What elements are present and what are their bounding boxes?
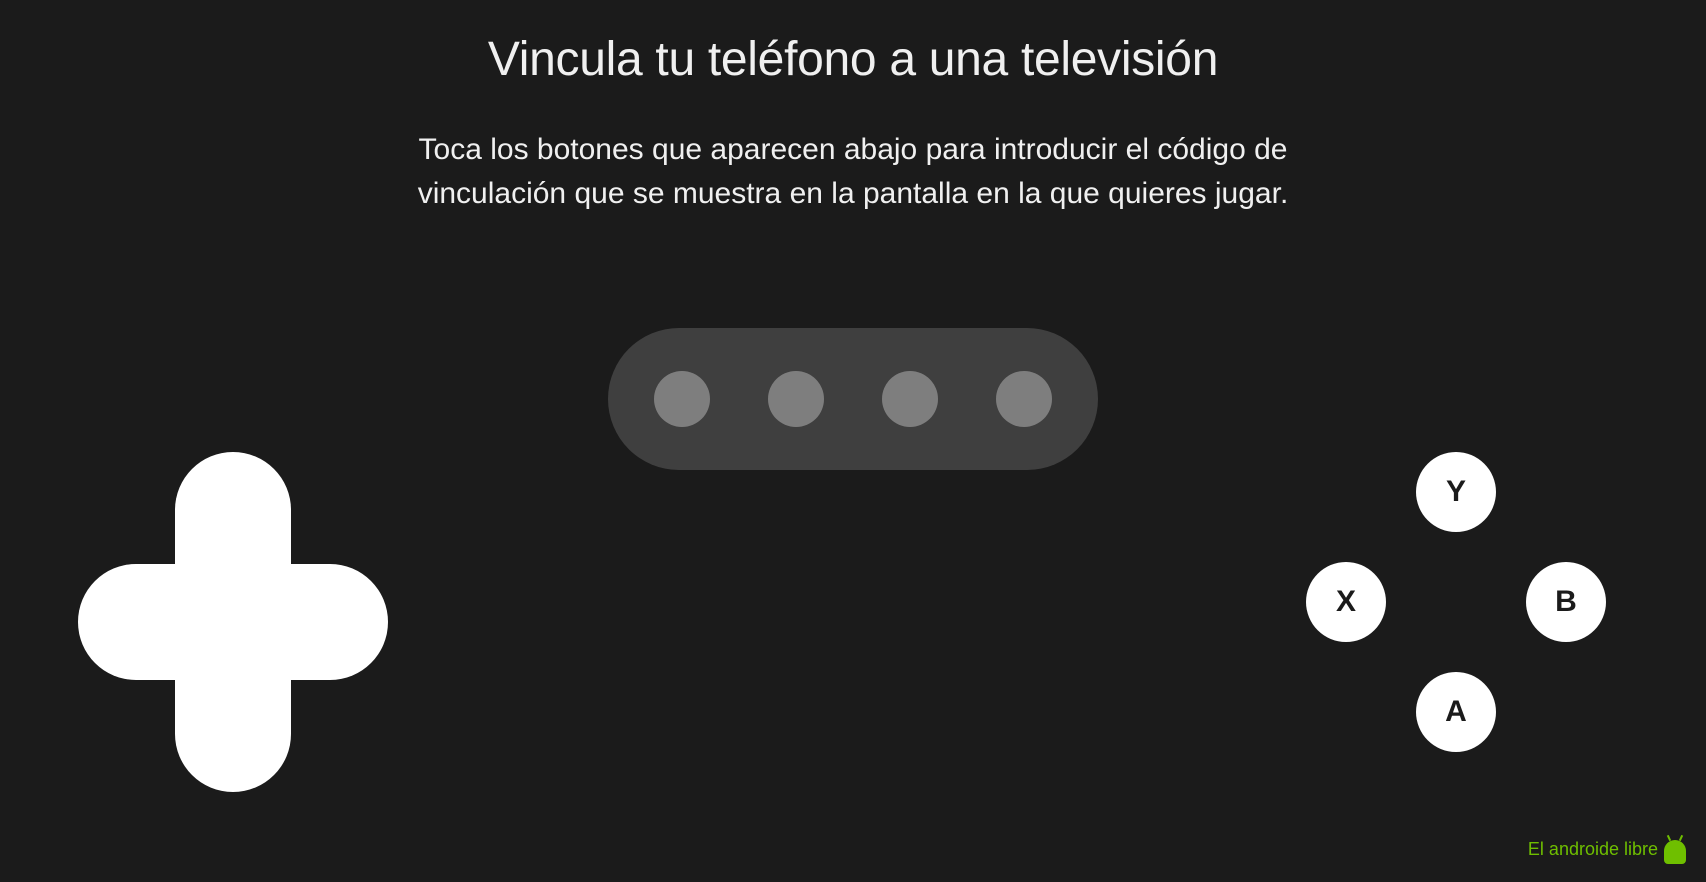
code-digit-placeholder <box>768 371 824 427</box>
code-digit-placeholder <box>996 371 1052 427</box>
code-digit-placeholder <box>654 371 710 427</box>
android-icon <box>1664 836 1686 862</box>
page-title: Vincula tu teléfono a una televisión <box>0 32 1706 87</box>
b-button[interactable]: B <box>1526 562 1606 642</box>
x-button[interactable]: X <box>1306 562 1386 642</box>
watermark: El androide libre <box>1528 836 1686 862</box>
link-code-display <box>608 328 1098 470</box>
dpad[interactable] <box>78 452 388 792</box>
page-description: Toca los botones que aparecen abajo para… <box>0 128 1706 215</box>
action-button-cluster: Y X B A <box>1306 452 1606 752</box>
code-digit-placeholder <box>882 371 938 427</box>
y-button[interactable]: Y <box>1416 452 1496 532</box>
a-button[interactable]: A <box>1416 672 1496 752</box>
dpad-horizontal-axis[interactable] <box>78 564 388 680</box>
watermark-text: El androide libre <box>1528 839 1658 860</box>
